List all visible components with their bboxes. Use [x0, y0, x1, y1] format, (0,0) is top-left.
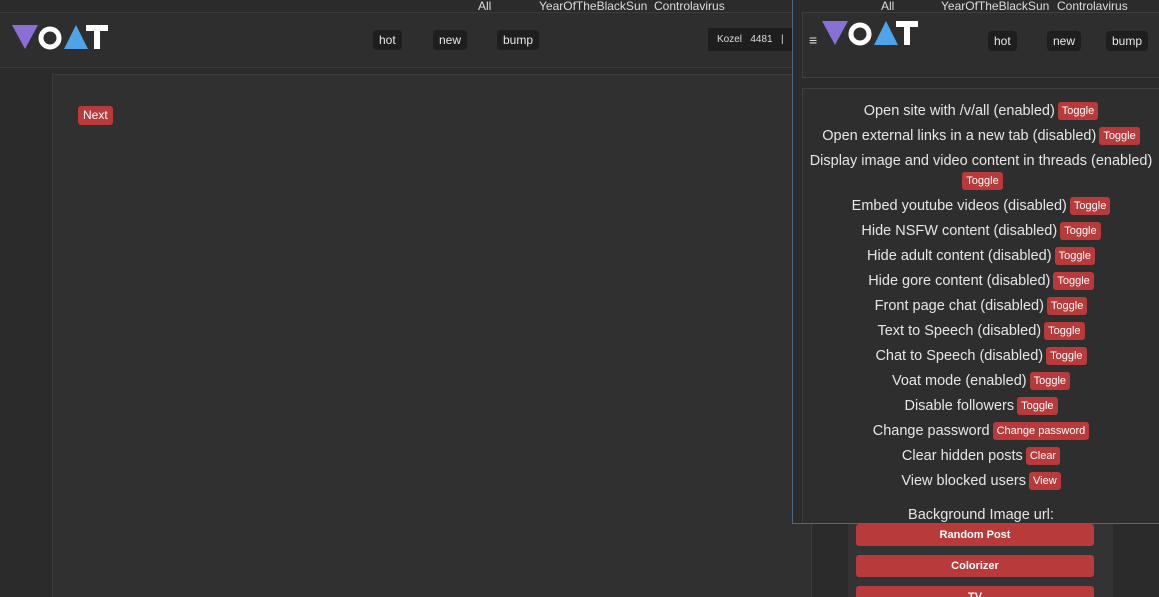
setting-toggle-button[interactable]: Toggle — [1017, 397, 1058, 416]
voat-logo[interactable] — [12, 23, 108, 51]
setting-row: Voat mode (enabled) Toggle — [803, 371, 1159, 391]
setting-toggle-button[interactable]: Change password — [992, 422, 1090, 441]
setting-label: Hide NSFW content (disabled) — [861, 223, 1058, 239]
setting-row: Disable followers Toggle — [803, 396, 1159, 416]
setting-row: Front page chat (disabled) Toggle — [803, 296, 1159, 316]
setting-toggle-button[interactable]: Toggle — [1060, 222, 1101, 241]
setting-toggle-button[interactable]: View — [1029, 472, 1061, 491]
setting-label: Chat to Speech (disabled) — [875, 348, 1044, 364]
setting-row: Open external links in a new tab (disabl… — [803, 126, 1159, 146]
user-separator: | — [780, 34, 784, 45]
setting-toggle-button[interactable]: Toggle — [1046, 297, 1088, 316]
settings-panel: Open site with /v/all (enabled) Toggle Ope… — [802, 88, 1159, 523]
setting-row: Display image and video content in threa… — [803, 151, 1159, 191]
site-header: hot new bump — [0, 12, 800, 68]
next-button[interactable]: Next — [78, 106, 113, 125]
setting-label: Text to Speech (disabled) — [877, 323, 1042, 339]
colorizer-button[interactable]: Colorizer — [856, 555, 1094, 577]
setting-row: Embed youtube videos (disabled) Toggle — [803, 196, 1159, 216]
setting-toggle-button[interactable]: Toggle — [1069, 197, 1111, 216]
top-subverse-nav: All YearOfTheBlackSun Controlavirus — [0, 0, 800, 13]
setting-label: Front page chat (disabled) — [874, 298, 1044, 314]
random-post-button[interactable]: Random Post — [856, 524, 1094, 546]
hamburger-menu-icon[interactable]: ≡ — [809, 32, 817, 48]
tv-button[interactable]: TV — [856, 586, 1094, 597]
setting-label: View blocked users — [901, 473, 1026, 489]
setting-row: Text to Speech (disabled) Toggle — [803, 321, 1159, 341]
setting-row: Open site with /v/all (enabled) Toggle — [803, 101, 1159, 121]
background-image-url-label: Background Image url: — [908, 507, 1054, 523]
setting-toggle-button[interactable]: Toggle — [1057, 102, 1099, 121]
setting-label: Hide adult content (disabled) — [866, 248, 1052, 264]
setting-toggle-button[interactable]: Toggle — [1044, 322, 1085, 341]
setting-label: Open site with /v/all (enabled) — [863, 103, 1055, 119]
setting-toggle-button[interactable]: Toggle — [962, 172, 1003, 191]
sort-bump-button[interactable]: bump — [497, 30, 540, 50]
setting-row: Hide gore content (disabled) Toggle — [803, 271, 1159, 291]
setting-label: Disable followers — [904, 398, 1015, 414]
setting-toggle-button[interactable]: Toggle — [1099, 127, 1140, 146]
setting-toggle-button[interactable]: Toggle — [1053, 272, 1094, 291]
setting-label: Clear hidden posts — [901, 448, 1023, 464]
user-info-box[interactable]: Kozel 4481 | 353 — [708, 28, 800, 51]
setting-toggle-button[interactable]: Toggle — [1054, 247, 1095, 266]
setting-toggle-button[interactable]: Toggle — [1029, 372, 1071, 391]
settings-overlay: All YearOfTheBlackSun Controlavirus hot … — [792, 0, 1159, 524]
setting-label: Change password — [872, 423, 990, 439]
username[interactable]: Kozel — [717, 34, 742, 45]
setting-label: Hide gore content (disabled) — [868, 273, 1051, 289]
overlay-sort-hot-button[interactable]: hot — [988, 31, 1017, 51]
setting-row: Change password Change password — [803, 421, 1159, 441]
overlay-sort-new-button[interactable]: new — [1047, 31, 1082, 51]
settings-list: Open site with /v/all (enabled) Toggle Ope… — [803, 101, 1159, 491]
setting-toggle-button[interactable]: Toggle — [1046, 347, 1087, 366]
overlay-voat-logo[interactable] — [822, 19, 918, 47]
setting-row: Clear hidden posts Clear — [803, 446, 1159, 466]
user-points: 4481 — [750, 34, 773, 45]
main-content-panel — [52, 74, 812, 597]
setting-toggle-button[interactable]: Clear — [1025, 447, 1061, 466]
setting-label: Voat mode (enabled) — [891, 373, 1027, 389]
setting-row: Hide NSFW content (disabled) Toggle — [803, 221, 1159, 241]
setting-row: Hide adult content (disabled) Toggle — [803, 246, 1159, 266]
overlay-header: hot new bump — [802, 12, 1159, 78]
sort-new-button[interactable]: new — [433, 30, 468, 50]
setting-label: Embed youtube videos (disabled) — [851, 198, 1067, 214]
setting-label: Display image and video content in threa… — [809, 153, 1153, 169]
sort-hot-button[interactable]: hot — [373, 30, 402, 50]
setting-row: View blocked users View — [803, 471, 1159, 491]
setting-row: Chat to Speech (disabled) Toggle — [803, 346, 1159, 366]
overlay-sort-bump-button[interactable]: bump — [1106, 31, 1149, 51]
setting-label: Open external links in a new tab (disabl… — [822, 128, 1097, 144]
